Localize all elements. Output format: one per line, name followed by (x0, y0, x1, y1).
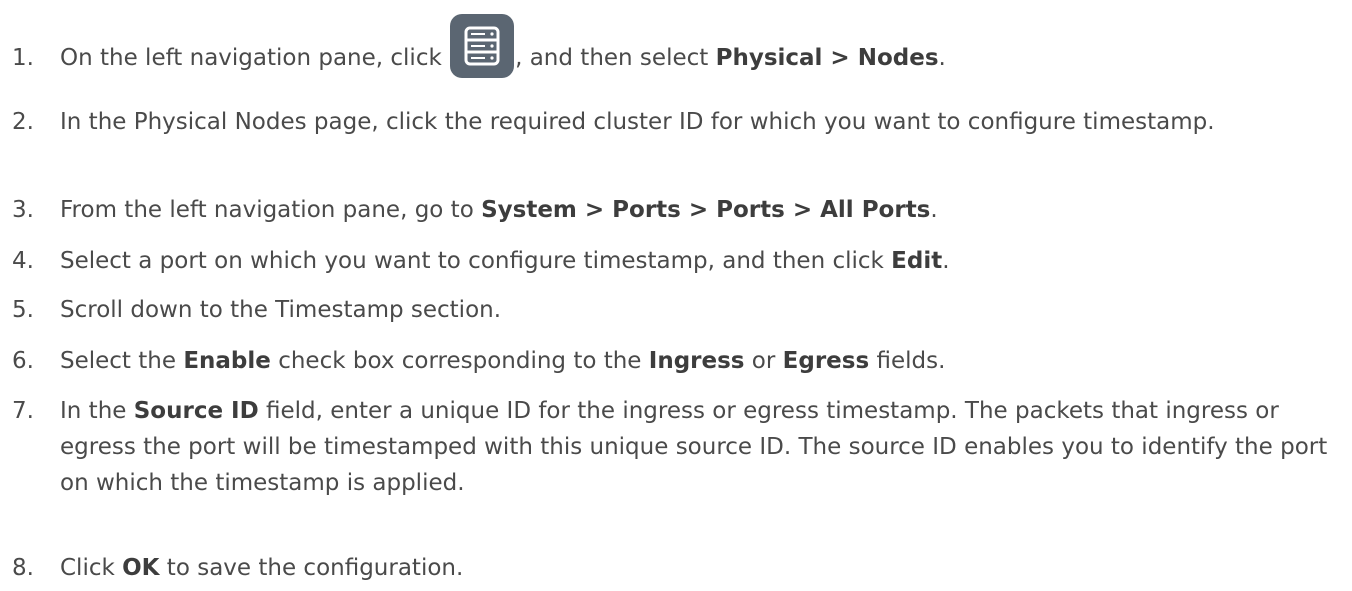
step-number: 2. (12, 109, 34, 135)
step-text: In the Physical Nodes page, click the re… (60, 109, 1215, 135)
step-text: , and then select (515, 45, 716, 71)
step-text: fields. (869, 348, 946, 374)
step-text: In the (60, 398, 134, 424)
step-number: 3. (12, 197, 34, 223)
server-icon (449, 13, 515, 79)
step-text: check box corresponding to the (270, 348, 649, 374)
step-text: On the left navigation pane, click (60, 45, 450, 71)
step-emphasis: Edit (891, 248, 943, 274)
step-number: 4. (12, 248, 34, 274)
step-text: Select the (60, 348, 184, 374)
step-text: Scroll down to the Timestamp section. (60, 297, 502, 323)
step-3: 3. From the left navigation pane, go to … (12, 192, 1340, 228)
step-number: 1. (12, 45, 34, 71)
step-6: 6. Select the Enable check box correspon… (12, 343, 1352, 379)
step-8: 8. Click OK to save the configuration. (12, 550, 1340, 586)
step-text: Click (60, 555, 123, 581)
step-emphasis: Physical > Nodes (715, 45, 939, 71)
step-emphasis: Source ID (133, 398, 259, 424)
step-emphasis: Egress (782, 348, 870, 374)
step-1: 1. On the left navigation pane, click , … (12, 14, 946, 79)
step-number: 6. (12, 348, 34, 374)
step-number: 7. (12, 398, 34, 424)
step-2: 2. In the Physical Nodes page, click the… (12, 104, 1300, 140)
step-emphasis: Ingress (648, 348, 745, 374)
step-emphasis: OK (122, 555, 160, 581)
step-text: . (942, 248, 950, 274)
step-text: From the left navigation pane, go to (60, 197, 482, 223)
step-5: 5. Scroll down to the Timestamp section. (12, 292, 1340, 328)
step-text: to save the configuration. (159, 555, 464, 581)
step-4: 4. Select a port on which you want to co… (12, 243, 1352, 279)
step-text: Select a port on which you want to confi… (60, 248, 892, 274)
step-7: 7. In the Source ID field, enter a uniqu… (12, 393, 1350, 501)
step-text: . (930, 197, 938, 223)
step-number: 8. (12, 555, 34, 581)
step-number: 5. (12, 297, 34, 323)
step-emphasis: Enable (183, 348, 271, 374)
step-emphasis: System > Ports > Ports > All Ports (481, 197, 931, 223)
step-text: or (744, 348, 783, 374)
step-text: . (938, 45, 946, 71)
